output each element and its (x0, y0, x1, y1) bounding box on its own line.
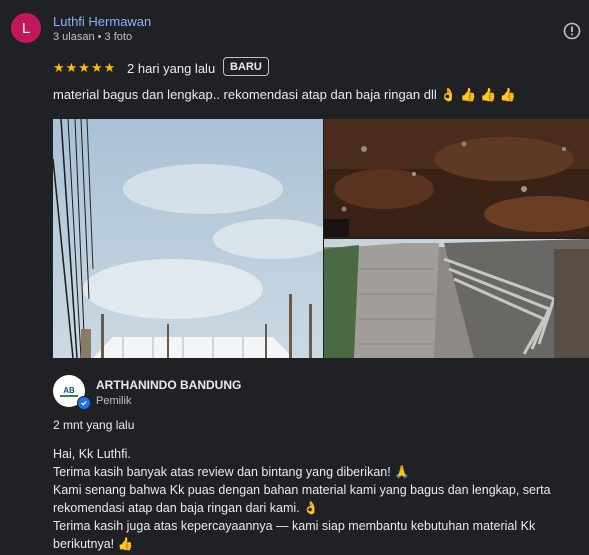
svg-text:AB: AB (63, 386, 75, 395)
reply-line: Terima kasih juga atas kepercayaannya — … (53, 519, 536, 551)
report-icon[interactable] (563, 22, 581, 40)
reply-line: Terima kasih banyak atas review dan bint… (53, 465, 410, 479)
new-badge: BARU (223, 57, 269, 76)
reply-date: 2 mnt yang lalu (53, 418, 135, 432)
reviewer-meta: 3 ulasan • 3 foto (53, 31, 133, 43)
reply-line: Kami senang bahwa Kk puas dengan bahan m… (53, 483, 551, 515)
reply-line: Hai, Kk Luthfi. (53, 447, 131, 461)
photo-paved-road-roofing[interactable] (324, 239, 589, 358)
reviewer-avatar[interactable]: L (11, 13, 41, 43)
photo-soil-ground[interactable] (324, 119, 589, 237)
owner-reply-text: Hai, Kk Luthfi. Terima kasih banyak atas… (53, 445, 583, 553)
review-date: 2 hari yang lalu (127, 61, 216, 76)
reviewer-name[interactable]: Luthfi Hermawan (53, 14, 151, 29)
review-text: material bagus dan lengkap.. rekomendasi… (53, 87, 516, 102)
owner-role: Pemilik (96, 395, 132, 407)
star-rating: ★★★★★ (53, 60, 117, 75)
photo-sky-construction[interactable] (53, 119, 323, 358)
verified-check-icon (77, 396, 91, 410)
owner-name[interactable]: ARTHANINDO BANDUNG (96, 378, 241, 392)
